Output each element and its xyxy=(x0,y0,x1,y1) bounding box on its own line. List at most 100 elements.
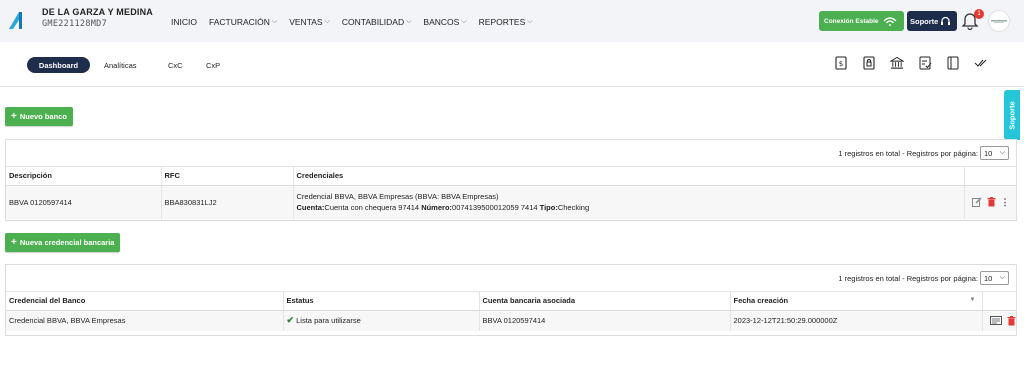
tab-analiticas[interactable]: Analíticas xyxy=(104,61,137,70)
cell-descripcion: BBVA 0120597414 xyxy=(6,185,162,219)
nav-contabilidad[interactable]: CONTABILIDAD ⌵ xyxy=(342,17,412,27)
main-nav: INICIO FACTURACIÓN ⌵ VENTAS ⌵ CONTABILIDAD… xyxy=(171,17,533,27)
table-header-row: Credencial del Banco Estatus Cuenta banc… xyxy=(6,292,1016,311)
col-fecha[interactable]: Fecha creación ▼ xyxy=(730,292,983,311)
company-rfc: GME221128MD7 xyxy=(42,19,108,29)
table-row[interactable]: Credencial BBVA, BBVA Empresas ✔ Lista p… xyxy=(6,310,1016,331)
status-text: Lista para utilizarse xyxy=(296,316,361,326)
credential-name: Credencial BBVA, BBVA Empresas (BBVA: BB… xyxy=(296,192,499,202)
credentials-per-page-select[interactable]: 10 ⌵ xyxy=(980,271,1009,285)
credentials-panel: 1 registros en total - Registros por pág… xyxy=(5,264,1017,336)
cell-cuenta: BBVA 0120597414 xyxy=(479,310,731,331)
chevron-down-icon: ⌵ xyxy=(271,18,278,25)
new-credential-label: Nueva credencial bancaria xyxy=(19,238,115,247)
new-credential-button[interactable]: + Nueva credencial bancaria xyxy=(5,233,121,252)
connection-status-button[interactable]: Conexión Estable xyxy=(819,11,904,31)
chevron-down-icon: ⌵ xyxy=(461,18,467,25)
plus-icon: + xyxy=(11,110,17,122)
svg-text:$: $ xyxy=(839,60,843,68)
tab-cxp[interactable]: CxP xyxy=(206,61,220,70)
side-support-tab[interactable]: Soporte xyxy=(1004,90,1020,140)
edit-icon[interactable] xyxy=(971,197,982,208)
numero-value: 0074139500012059 7414 xyxy=(452,203,538,213)
col-credencial[interactable]: Credencial del Banco xyxy=(6,292,284,311)
chevron-down-icon: ⌵ xyxy=(406,18,412,25)
chevron-down-icon: ⌵ xyxy=(999,149,1005,156)
chevron-down-icon: ⌵ xyxy=(324,18,330,25)
cell-actions: ⋮ xyxy=(964,185,1016,219)
more-vertical-icon[interactable]: ⋮ xyxy=(1001,197,1010,208)
new-bank-label: Nuevo banco xyxy=(19,112,67,121)
table-header-row: Descripción RFC Credenciales xyxy=(6,167,1016,186)
company-logo-icon xyxy=(991,20,1007,23)
nav-label: VENTAS xyxy=(289,17,323,27)
details-card-icon[interactable] xyxy=(989,316,1002,326)
app-logo-icon[interactable] xyxy=(7,9,27,31)
tab-cxc[interactable]: CxC xyxy=(168,61,183,70)
quick-actions: $ xyxy=(834,56,988,70)
credential-details: Cuenta:Cuenta con chequera 97414 Número:… xyxy=(297,203,964,212)
per-page-value: 10 xyxy=(984,273,993,283)
nav-label: FACTURACIÓN xyxy=(208,17,270,27)
cell-rfc: BBA830831LJ2 xyxy=(161,185,294,219)
cell-credencial: Credencial BBVA, BBVA Empresas xyxy=(6,310,284,331)
nav-inicio[interactable]: INICIO xyxy=(171,17,197,27)
user-avatar[interactable] xyxy=(988,10,1010,32)
connection-label: Conexión Estable xyxy=(824,17,879,25)
cell-fecha: 2023-12-12T21:50:29.000000Z xyxy=(730,310,983,331)
col-estatus[interactable]: Estatus xyxy=(283,292,480,311)
per-page-value: 10 xyxy=(984,148,993,158)
company-name: DE LA GARZA Y MEDINA xyxy=(42,7,154,17)
banks-total-text: 1 registros en total - Registros por pág… xyxy=(838,149,978,158)
col-cuenta[interactable]: Cuenta bancaria asociada xyxy=(479,292,731,311)
trash-icon[interactable] xyxy=(1007,315,1016,326)
checklist-icon[interactable] xyxy=(918,56,932,70)
credentials-table: Credencial del Banco Estatus Cuenta banc… xyxy=(6,292,1016,331)
cell-estatus: ✔ Lista para utilizarse xyxy=(283,310,480,331)
nav-reportes[interactable]: REPORTES ⌵ xyxy=(479,17,533,27)
banks-panel: 1 registros en total - Registros por pág… xyxy=(5,139,1017,221)
side-support-label: Soporte xyxy=(1007,100,1017,130)
double-check-icon[interactable] xyxy=(974,56,988,70)
chevron-down-icon: ⌵ xyxy=(527,18,533,25)
col-rfc[interactable]: RFC xyxy=(161,167,294,186)
banks-pagination-bar: 1 registros en total - Registros por pág… xyxy=(6,140,1016,167)
lock-document-icon[interactable] xyxy=(862,56,876,70)
banks-table: Descripción RFC Credenciales BBVA 012059… xyxy=(6,167,1016,219)
banks-per-page-select[interactable]: 10 ⌵ xyxy=(980,146,1009,160)
col-credenciales[interactable]: Credenciales xyxy=(293,167,965,186)
sort-down-icon[interactable]: ▼ xyxy=(970,297,976,303)
plus-icon: + xyxy=(11,236,17,248)
support-label: Soporte xyxy=(910,16,939,26)
support-button[interactable]: Soporte xyxy=(907,11,957,31)
nav-label: INICIO xyxy=(171,17,197,27)
cuenta-label: Cuenta: xyxy=(296,203,325,213)
bank-icon[interactable] xyxy=(890,56,904,70)
cell-credenciales: Credencial BBVA, BBVA Empresas (BBVA: BB… xyxy=(293,185,965,219)
credentials-total-text: 1 registros en total - Registros por pág… xyxy=(838,274,978,283)
cell-actions xyxy=(982,310,1016,331)
check-icon: ✔ xyxy=(286,315,295,326)
notification-badge: 1 xyxy=(974,9,984,19)
headset-icon xyxy=(941,16,951,25)
col-actions xyxy=(964,167,1016,186)
nav-ventas[interactable]: VENTAS ⌵ xyxy=(289,17,330,27)
nav-label: CONTABILIDAD xyxy=(341,17,405,27)
nav-label: REPORTES xyxy=(478,17,526,27)
tipo-value: Checking xyxy=(557,203,590,213)
new-bank-button[interactable]: + Nuevo banco xyxy=(5,107,73,126)
nav-label: BANCOS xyxy=(423,17,460,27)
sub-navigation: Dashboard Analíticas CxC CxP $ xyxy=(0,42,1024,87)
table-row[interactable]: BBVA 0120597414 BBA830831LJ2 Credencial … xyxy=(6,185,1016,219)
col-fecha-label: Fecha creación xyxy=(733,296,789,306)
nav-bancos[interactable]: BANCOS ⌵ xyxy=(423,17,466,27)
invoice-dollar-icon[interactable]: $ xyxy=(834,56,848,70)
trash-icon[interactable] xyxy=(987,197,996,207)
notebook-icon[interactable] xyxy=(946,56,960,70)
col-descripcion[interactable]: Descripción xyxy=(6,167,162,186)
numero-label: Número: xyxy=(421,203,453,213)
tab-dashboard[interactable]: Dashboard xyxy=(27,57,90,73)
wifi-signal-icon xyxy=(883,17,897,26)
top-header: DE LA GARZA Y MEDINA GME221128MD7 INICIO… xyxy=(0,0,1024,42)
nav-facturacion[interactable]: FACTURACIÓN ⌵ xyxy=(209,17,277,27)
